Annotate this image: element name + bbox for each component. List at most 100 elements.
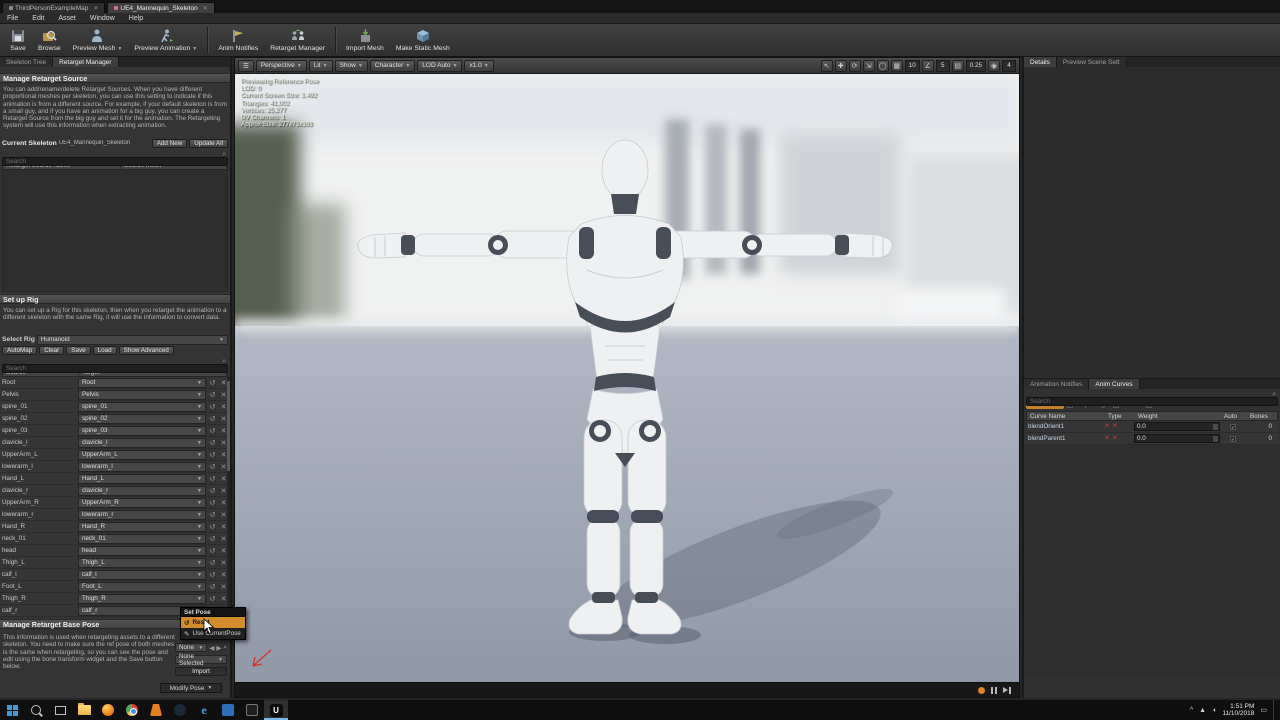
pause-button-icon[interactable] xyxy=(991,687,997,694)
reset-bone-icon[interactable]: ↺ xyxy=(208,379,217,387)
menu-help[interactable]: Help xyxy=(122,15,150,22)
character-button[interactable]: Character▼ xyxy=(370,60,416,72)
reset-bone-icon[interactable]: ↺ xyxy=(208,403,217,411)
lit-button[interactable]: Lit▼ xyxy=(309,60,333,72)
material-flag-icon[interactable]: ✕ xyxy=(1112,435,1118,443)
unreal-engine-taskbar-button[interactable]: U xyxy=(264,700,288,720)
scale-snap-icon[interactable]: ▤ xyxy=(952,60,964,72)
menu-file[interactable]: File xyxy=(0,15,25,22)
close-icon[interactable]: ✕ xyxy=(93,5,98,12)
bone-list-scrollbar[interactable] xyxy=(227,377,230,617)
bone-search-input[interactable] xyxy=(2,364,228,373)
reset-bone-icon[interactable]: ↺ xyxy=(208,391,217,399)
camera-speed-icon[interactable]: ◉ xyxy=(988,60,1000,72)
add-new-button[interactable]: Add New xyxy=(152,139,188,148)
material-flag-icon[interactable]: ✕ xyxy=(1112,423,1118,431)
network-icon[interactable]: ▲ xyxy=(1199,707,1206,714)
chrome-button[interactable] xyxy=(120,700,144,720)
translate-tool-icon[interactable]: ✚ xyxy=(835,60,847,72)
viewport-3d-scene[interactable]: Previewing Reference Pose LOD: 0 Current… xyxy=(235,74,1019,684)
step-forward-icon[interactable] xyxy=(1003,687,1011,694)
preview-animation-button[interactable]: Preview Animation▼ xyxy=(128,25,203,56)
doc-tab-map[interactable]: ThirdPersonExampleMap ✕ xyxy=(2,2,105,13)
select-tool-icon[interactable]: ↖ xyxy=(821,60,833,72)
retarget-manager-button[interactable]: Retarget Manager xyxy=(264,25,331,56)
bone-target-dropdown[interactable]: Thigh_R ▼ xyxy=(78,594,206,604)
tab-details[interactable]: Details xyxy=(1024,57,1057,67)
reset-bone-icon[interactable]: ↺ xyxy=(208,511,217,519)
tab-retarget-manager[interactable]: Retarget Manager xyxy=(53,57,118,67)
details-panel-body[interactable] xyxy=(1024,67,1280,379)
reset-bone-icon[interactable]: ↺ xyxy=(208,415,217,423)
menu-edit[interactable]: Edit xyxy=(25,15,51,22)
curve-weight-spinbox[interactable]: 0.0 xyxy=(1134,434,1220,443)
action-center-icon[interactable]: ▭ xyxy=(1260,706,1267,714)
bone-target-dropdown[interactable]: lowerarm_r ▼ xyxy=(78,510,206,520)
grid-snap-value[interactable]: 10 xyxy=(905,60,920,72)
grid-snap-icon[interactable]: ▦ xyxy=(891,60,903,72)
update-all-button[interactable]: Update All xyxy=(189,139,228,148)
column-bones[interactable]: Bones xyxy=(1247,413,1277,420)
rotate-tool-icon[interactable]: ⟳ xyxy=(849,60,861,72)
column-type[interactable]: Type xyxy=(1105,413,1135,420)
prev-pose-icon[interactable]: ◀ xyxy=(209,644,214,652)
bone-target-dropdown[interactable]: lowerarm_l ▼ xyxy=(78,462,206,472)
curve-row[interactable]: blendParent1 ✕ ✕ 0.0 ✓ 0 xyxy=(1026,433,1278,445)
anim-notifies-button[interactable]: Anim Notifies xyxy=(212,25,264,56)
menu-asset[interactable]: Asset xyxy=(51,15,83,22)
show-advanced-button[interactable]: Show Advanced xyxy=(119,346,174,355)
bone-target-dropdown[interactable]: head ▼ xyxy=(78,546,206,556)
vlc-button[interactable] xyxy=(144,700,168,720)
reset-bone-icon[interactable]: ↺ xyxy=(208,439,217,447)
edge-button[interactable]: e xyxy=(192,700,216,720)
code-button[interactable] xyxy=(216,700,240,720)
playback-speed-button[interactable]: x1.0▼ xyxy=(464,60,493,72)
next-pose-icon[interactable]: ▶ xyxy=(216,644,221,652)
reset-bone-icon[interactable]: ↺ xyxy=(208,487,217,495)
bone-target-dropdown[interactable]: clavicle_l ▼ xyxy=(78,438,206,448)
bone-target-dropdown[interactable]: Thigh_L ▼ xyxy=(78,558,206,568)
scale-snap-value[interactable]: 0.25 xyxy=(966,60,986,72)
retarget-source-search-input[interactable] xyxy=(2,157,228,166)
firefox-button[interactable] xyxy=(96,700,120,720)
reset-bone-icon[interactable]: ↺ xyxy=(208,451,217,459)
file-explorer-button[interactable] xyxy=(72,700,96,720)
menu-window[interactable]: Window xyxy=(83,15,122,22)
reset-bone-icon[interactable]: ↺ xyxy=(208,571,217,579)
volume-icon[interactable]: ◖ xyxy=(1212,707,1216,714)
reset-bone-icon[interactable]: ↺ xyxy=(208,535,217,543)
viewport-options-button[interactable]: ☰ xyxy=(238,60,254,72)
tab-animation-notifies[interactable]: Animation Notifies xyxy=(1024,379,1089,389)
curve-row[interactable]: blendOrient1 ✕ ✕ 0.0 ✓ 0 xyxy=(1026,421,1278,433)
reset-bone-icon[interactable]: ↺ xyxy=(208,463,217,471)
morph-flag-icon[interactable]: ✕ xyxy=(1104,435,1110,443)
tab-anim-curves[interactable]: Anim Curves xyxy=(1089,379,1139,389)
pose-selection-dropdown[interactable]: None Selected ▼ xyxy=(175,655,227,664)
reset-bone-icon[interactable]: ↺ xyxy=(208,559,217,567)
reset-bone-icon[interactable]: ↺ xyxy=(208,523,217,531)
retarget-source-list[interactable] xyxy=(2,170,228,292)
perspective-button[interactable]: Perspective▼ xyxy=(256,60,307,72)
save-button[interactable]: Save xyxy=(4,25,32,56)
start-button[interactable] xyxy=(0,700,24,720)
close-icon[interactable]: ✕ xyxy=(203,5,208,12)
curve-search-input[interactable] xyxy=(1026,397,1278,406)
bone-target-dropdown[interactable]: UpperArm_L ▼ xyxy=(78,450,206,460)
bone-target-dropdown[interactable]: spine_01 ▼ xyxy=(78,402,206,412)
show-button[interactable]: Show▼ xyxy=(335,60,368,72)
column-weight[interactable]: Weight xyxy=(1135,413,1221,420)
import-pose-button[interactable]: Import xyxy=(175,667,227,676)
scale-tool-icon[interactable]: ⇲ xyxy=(863,60,875,72)
record-button-icon[interactable] xyxy=(978,687,985,694)
world-local-toggle-icon[interactable]: ◯ xyxy=(877,60,889,72)
reset-bone-icon[interactable]: ↺ xyxy=(208,475,217,483)
bone-target-dropdown[interactable]: spine_02 ▼ xyxy=(78,414,206,424)
taskbar-search-button[interactable] xyxy=(24,700,48,720)
steam-button[interactable] xyxy=(168,700,192,720)
select-rig-dropdown[interactable]: Humanoid ▼ xyxy=(37,335,228,345)
reset-bone-icon[interactable]: ↺ xyxy=(208,547,217,555)
save-rig-button[interactable]: Save xyxy=(66,346,90,355)
bone-target-dropdown[interactable]: clavicle_r ▼ xyxy=(78,486,206,496)
load-button[interactable]: Load xyxy=(93,346,117,355)
reset-bone-icon[interactable]: ↺ xyxy=(208,595,217,603)
